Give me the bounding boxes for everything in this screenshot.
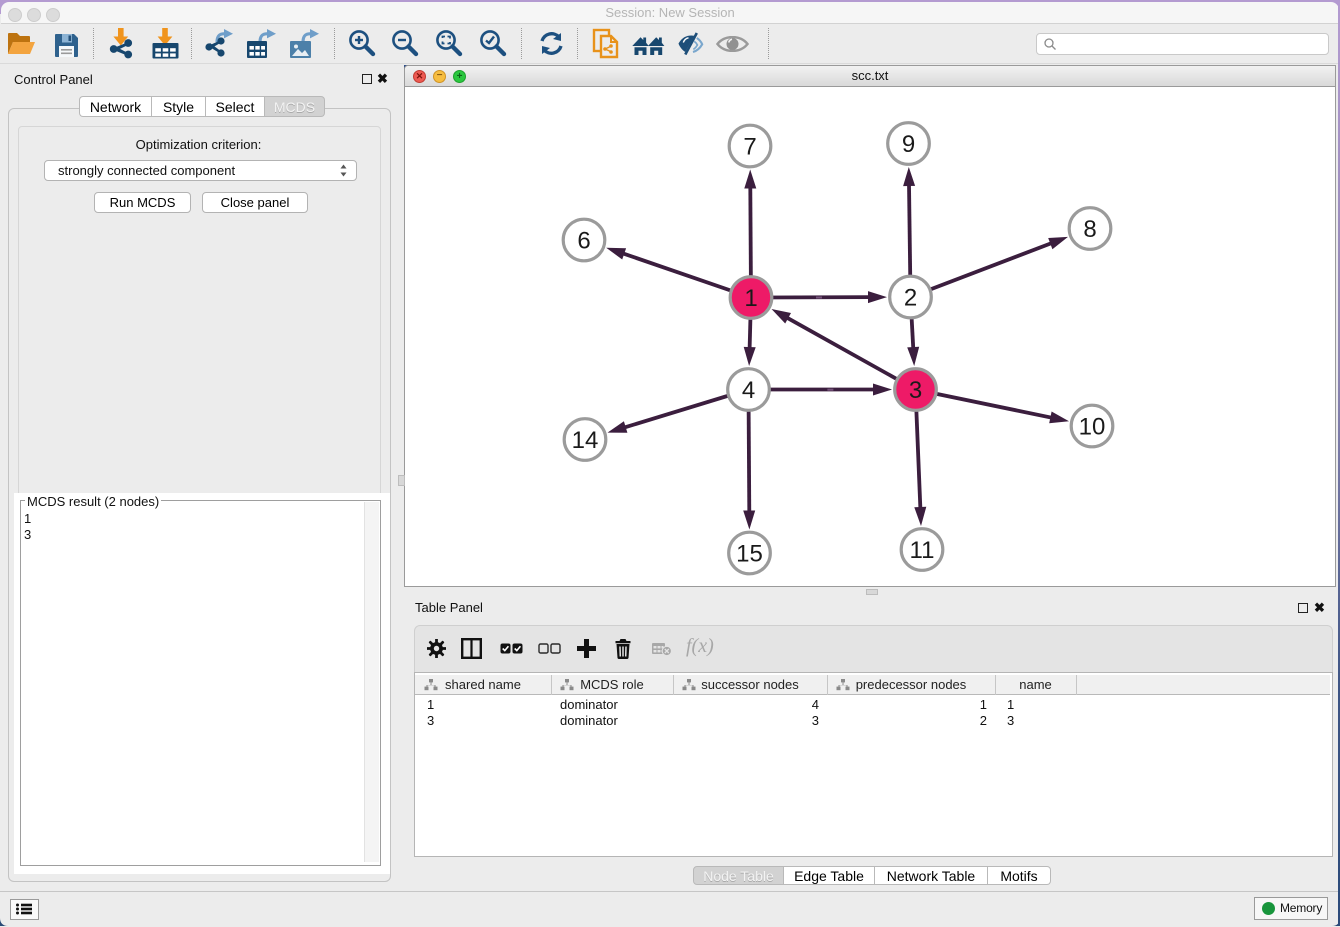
svg-text:3: 3 bbox=[909, 377, 922, 404]
svg-text:10: 10 bbox=[1079, 414, 1106, 441]
svg-text:15: 15 bbox=[736, 541, 763, 568]
svg-text:1: 1 bbox=[744, 285, 757, 312]
svg-text:7: 7 bbox=[743, 134, 756, 161]
svg-text:11: 11 bbox=[910, 537, 935, 564]
svg-text:8: 8 bbox=[1083, 216, 1096, 243]
svg-text:6: 6 bbox=[577, 228, 590, 255]
svg-text:4: 4 bbox=[742, 377, 755, 404]
svg-text:9: 9 bbox=[902, 131, 915, 158]
svg-text:14: 14 bbox=[572, 427, 599, 454]
svg-text:2: 2 bbox=[904, 285, 917, 312]
